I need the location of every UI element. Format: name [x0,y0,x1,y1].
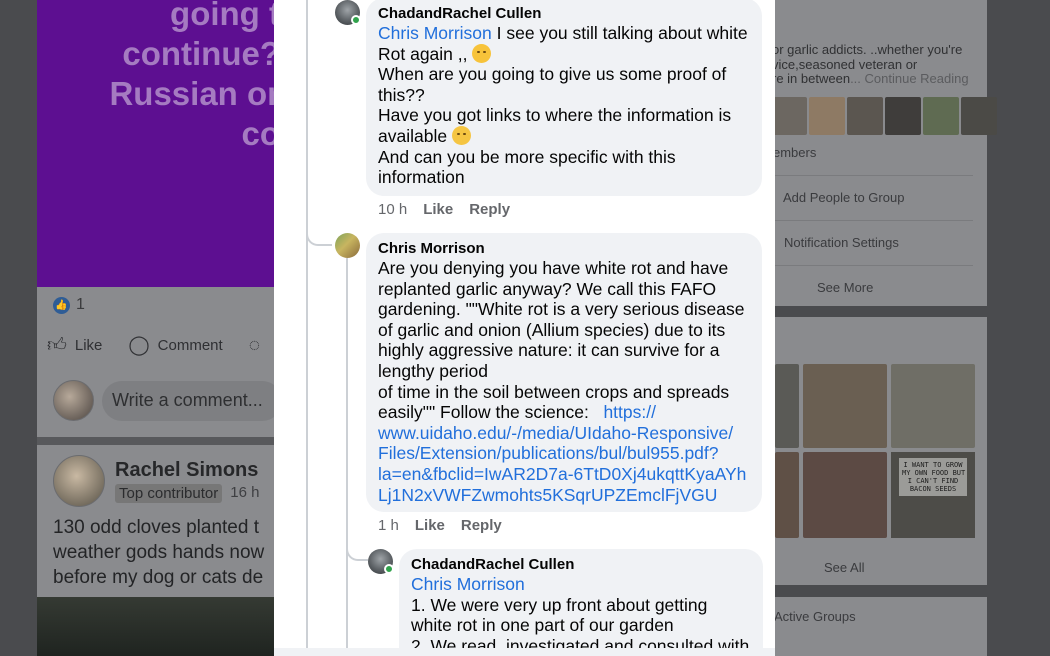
media-photo[interactable] [775,364,799,448]
active-groups-label[interactable]: Active Groups [775,609,856,624]
avatar[interactable] [335,233,360,258]
write-comment-row: Write a comment... [53,380,274,421]
avatar [53,380,94,421]
active-groups-card: Active Groups [775,597,987,656]
purple-text-post: going t continue? Russian or co [37,0,274,287]
background-feed: going t continue? Russian or co 👍 1 👍︎ Li… [37,0,274,656]
external-link-continued[interactable]: www.uidaho.edu/-/media/UIdaho-Responsive… [378,423,746,505]
media-photo[interactable] [891,364,975,448]
comment-text: Chris Morrison 1. We were very up front … [411,574,750,656]
about-text: or garlic addicts. ..whether you're vice… [775,42,969,86]
media-photo[interactable] [803,364,887,448]
like-reaction-icon: 👍 [53,296,70,314]
divider [775,175,973,176]
thumbs-up-icon: 👍︎ [47,335,67,356]
comment-text: Are you denying you have white rot and h… [378,258,747,505]
comment-time[interactable]: 1 h [378,517,399,534]
comment-author[interactable]: ChadandRachel Cullen [411,556,751,574]
mention-link[interactable]: Chris Morrison [411,574,525,594]
post-photo [37,597,274,656]
purple-post-text: going t continue? Russian or co [109,0,274,152]
member-thumb[interactable] [847,97,883,135]
online-indicator [384,564,394,574]
like-button[interactable]: Like [423,201,453,218]
reply-button[interactable]: Reply [469,201,510,218]
external-link[interactable]: https:// [603,402,656,422]
member-thumb[interactable] [775,97,807,135]
comment-meta: 1 h Like Reply [378,517,502,534]
thread-line [346,258,348,656]
media-photo-sign[interactable]: I WANT TO GROW MY OWN FOOD BUT I CAN'T F… [891,452,975,538]
comment-bubble: ChadandRachel Cullen Chris Morrison I se… [366,0,762,196]
post-header: Rachel Simons Top contributor 16 h [53,455,259,507]
reply-button[interactable]: Reply [461,517,502,534]
member-thumb[interactable] [923,97,959,135]
post-author[interactable]: Rachel Simons [115,459,259,482]
divider [775,220,973,221]
member-thumb[interactable] [809,97,845,135]
disappointed-emoji-icon [472,43,492,63]
divider [775,265,973,266]
member-thumbnails [775,97,997,135]
media-photo[interactable] [803,452,887,538]
top-contributor-badge: Top contributor [115,484,223,503]
notification-settings-button[interactable]: Notification Settings [784,235,899,250]
online-indicator [351,15,361,25]
comment-bubble: Chris Morrison Are you denying you have … [366,233,762,512]
comment-action[interactable]: ◯ Comment [128,334,222,357]
post-body: 130 odd cloves planted t weather gods ha… [53,517,265,588]
group-about-card: or garlic addicts. ..whether you're vice… [775,0,997,306]
continue-reading-link[interactable]: ... Continue Reading [850,71,969,86]
modal-bottom-edge [274,648,775,656]
feed-separator [37,437,274,445]
comment-author[interactable]: Chris Morrison [378,240,750,258]
mention-link[interactable]: Chris Morrison [378,23,492,43]
background-sidebar: or garlic addicts. ..whether you're vice… [775,0,1050,656]
comment-bubble: ChadandRachel Cullen Chris Morrison 1. W… [399,549,763,656]
add-people-button[interactable]: Add People to Group [783,190,904,205]
sign-text: I WANT TO GROW MY OWN FOOD BUT I CAN'T F… [899,458,967,496]
see-more-button[interactable]: See More [817,280,873,295]
comment-author[interactable]: ChadandRachel Cullen [378,5,750,23]
recent-media-card: I WANT TO GROW MY OWN FOOD BUT I CAN'T F… [775,317,987,585]
members-label[interactable]: embers [775,145,816,160]
comment-time[interactable]: 10 h [378,201,407,218]
thinking-emoji-icon [451,125,471,145]
messenger-action[interactable]: ◌ [249,334,260,357]
member-thumb[interactable] [961,97,997,135]
like-action[interactable]: 👍︎ Like [47,334,102,357]
see-all-button[interactable]: See All [824,560,864,575]
thread-connector [306,226,332,246]
messenger-icon: ◌ [248,334,260,356]
post-action-bar: 👍︎ Like ◯ Comment ◌ [47,334,260,357]
avatar[interactable] [53,455,105,507]
reaction-count: 1 [76,296,85,313]
comment-meta: 10 h Like Reply [378,201,510,218]
comments-modal: ChadandRachel Cullen Chris Morrison I se… [274,0,775,656]
member-thumb[interactable] [885,97,921,135]
write-comment-input[interactable]: Write a comment... [102,380,274,421]
like-button[interactable]: Like [415,517,445,534]
comment-text: Chris Morrison I see you still talking a… [378,23,748,188]
media-photo[interactable] [775,452,799,538]
thread-line [306,0,308,656]
thread-connector [346,541,368,561]
comment-bubble-icon: ◯ [128,335,150,356]
reaction-summary: 👍 1 [53,296,85,314]
post-time[interactable]: 16 h [230,484,259,503]
